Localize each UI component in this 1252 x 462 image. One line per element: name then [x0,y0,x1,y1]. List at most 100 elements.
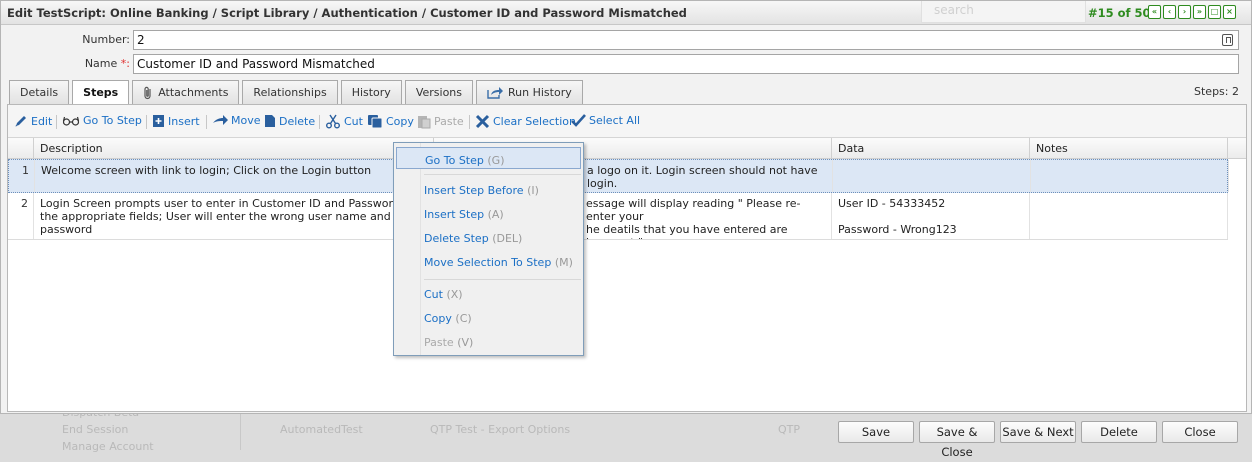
data-cell[interactable]: User ID - 54333452 Password - Wrong123 [832,193,1030,239]
maximize-button[interactable]: □ [1208,5,1221,19]
menu-separator [424,279,581,280]
number-label: Number: [82,33,130,46]
description-cell[interactable]: Login Screen prompts user to enter in Cu… [34,193,434,239]
edit-button[interactable]: Edit [14,114,52,128]
menu-move-selection-to-step[interactable]: Move Selection To Step (M) [424,256,573,269]
menu-item-shortcut: (I) [527,184,539,197]
tab-label: Relationships [253,86,327,99]
menu-item-shortcut: (DEL) [492,232,523,245]
first-record-button[interactable]: « [1148,5,1161,19]
delete-button[interactable]: Delete [1081,421,1157,443]
steps-toolbar: Edit Go To Step Insert Move Delete Cut C… [8,105,1246,138]
export-icon [487,87,504,99]
save-button[interactable]: Save [838,421,914,443]
previous-record-button[interactable]: ‹ [1163,5,1176,19]
tab-label: Run History [508,86,572,99]
menu-insert-step-before[interactable]: Insert Step Before (I) [424,184,539,197]
header-notes[interactable]: Notes [1030,138,1228,159]
menu-item-shortcut: (M) [554,256,573,269]
toolbar-divider [146,115,147,129]
document-delete-icon [265,115,275,127]
copy-icon [368,115,383,129]
go-to-step-label: Go To Step [83,114,142,127]
edit-testscript-window: Edit TestScript: Online Banking / Script… [0,0,1252,414]
copy-label: Copy [386,115,414,128]
menu-cut[interactable]: Cut (X) [424,288,463,301]
tab-steps[interactable]: Steps [72,80,130,105]
tab-label: Versions [415,86,463,99]
menu-item-shortcut: (C) [455,312,472,325]
required-marker: *: [120,57,130,70]
notes-cell[interactable] [1030,193,1228,239]
menu-go-to-step[interactable]: Go To Step (G) [396,147,581,169]
copy-button[interactable]: Copy [367,114,414,129]
close-window-button[interactable]: × [1223,5,1236,19]
tab-details[interactable]: Details [9,80,70,104]
table-row[interactable]: 1 Welcome screen with link to login; Cli… [8,159,1229,193]
tab-versions[interactable]: Versions [404,80,474,104]
name-field[interactable] [133,54,1239,74]
move-button[interactable]: Move [212,114,261,127]
notes-cell[interactable] [1031,160,1229,192]
delete-label: Delete [279,114,316,128]
save-and-next-button[interactable]: Save & Next [1000,421,1076,443]
scissors-icon [326,114,340,129]
menu-item-label: Insert Step Before [424,184,524,197]
title-bar: Edit TestScript: Online Banking / Script… [1,1,1251,25]
close-button[interactable]: Close [1162,421,1238,443]
menu-copy[interactable]: Copy (C) [424,312,472,325]
window-title: Edit TestScript: Online Banking / Script… [7,6,687,20]
cut-label: Cut [344,115,363,128]
select-all-button[interactable]: Select All [571,114,640,127]
last-record-button[interactable]: » [1193,5,1206,19]
delete-step-button[interactable]: Delete [264,114,315,128]
tab-label: History [351,86,391,99]
tab-history[interactable]: History [340,80,402,104]
tab-label: Steps [83,86,119,99]
save-and-close-button[interactable]: Save & Close [919,421,995,459]
checkmark-icon [571,114,586,127]
name-row: Name *: [1,52,1251,74]
paste-label: Paste [434,115,464,128]
grid-header: Description Data Notes [8,138,1246,159]
arrow-right-icon [213,114,228,125]
tab-strip: Details Steps Attachments Relationships … [9,80,583,105]
number-field[interactable] [133,30,1239,50]
row-number: 2 [8,193,34,239]
data-cell[interactable] [833,160,1031,192]
clear-selection-button[interactable]: Clear Selection [475,114,576,129]
menu-item-shortcut: (A) [487,208,504,221]
x-mark-icon [475,114,490,129]
description-cell[interactable]: Welcome screen with link to login; Click… [35,160,435,192]
bg-cell: QTP [778,423,801,436]
header-num [8,138,34,159]
insert-button[interactable]: Insert [152,114,200,128]
name-label-text: Name [84,57,118,70]
bg-cell: AutomatedTest [280,423,363,436]
tab-relationships[interactable]: Relationships [242,80,338,104]
go-to-step-button[interactable]: Go To Step [62,114,142,127]
menu-insert-step[interactable]: Insert Step (A) [424,208,504,221]
edit-label: Edit [31,114,53,128]
lock-icon[interactable] [1222,34,1233,46]
header-data[interactable]: Data [832,138,1030,159]
row-number: 1 [9,160,35,192]
tab-attachments[interactable]: Attachments [132,80,240,104]
header-description[interactable]: Description [34,138,434,159]
steps-panel: Edit Go To Step Insert Move Delete Cut C… [7,104,1247,412]
table-row[interactable]: 2 Login Screen prompts user to enter in … [8,193,1228,240]
menu-item-label: Paste [424,336,454,349]
tab-run-history[interactable]: Run History [476,80,583,104]
paste-button[interactable]: Paste [417,114,464,129]
menu-item-shortcut: (X) [446,288,463,301]
next-record-button[interactable]: › [1178,5,1191,19]
menu-delete-step[interactable]: Delete Step (DEL) [424,232,522,245]
toolbar-divider [319,115,320,129]
name-label: Name *: [85,57,130,70]
cut-button[interactable]: Cut [325,114,363,129]
menu-item-shortcut: (V) [457,336,474,349]
bg-divider [240,414,241,450]
bg-tree-item: Manage Account [62,440,154,453]
menu-separator [424,174,581,175]
menu-paste[interactable]: Paste (V) [424,336,473,349]
